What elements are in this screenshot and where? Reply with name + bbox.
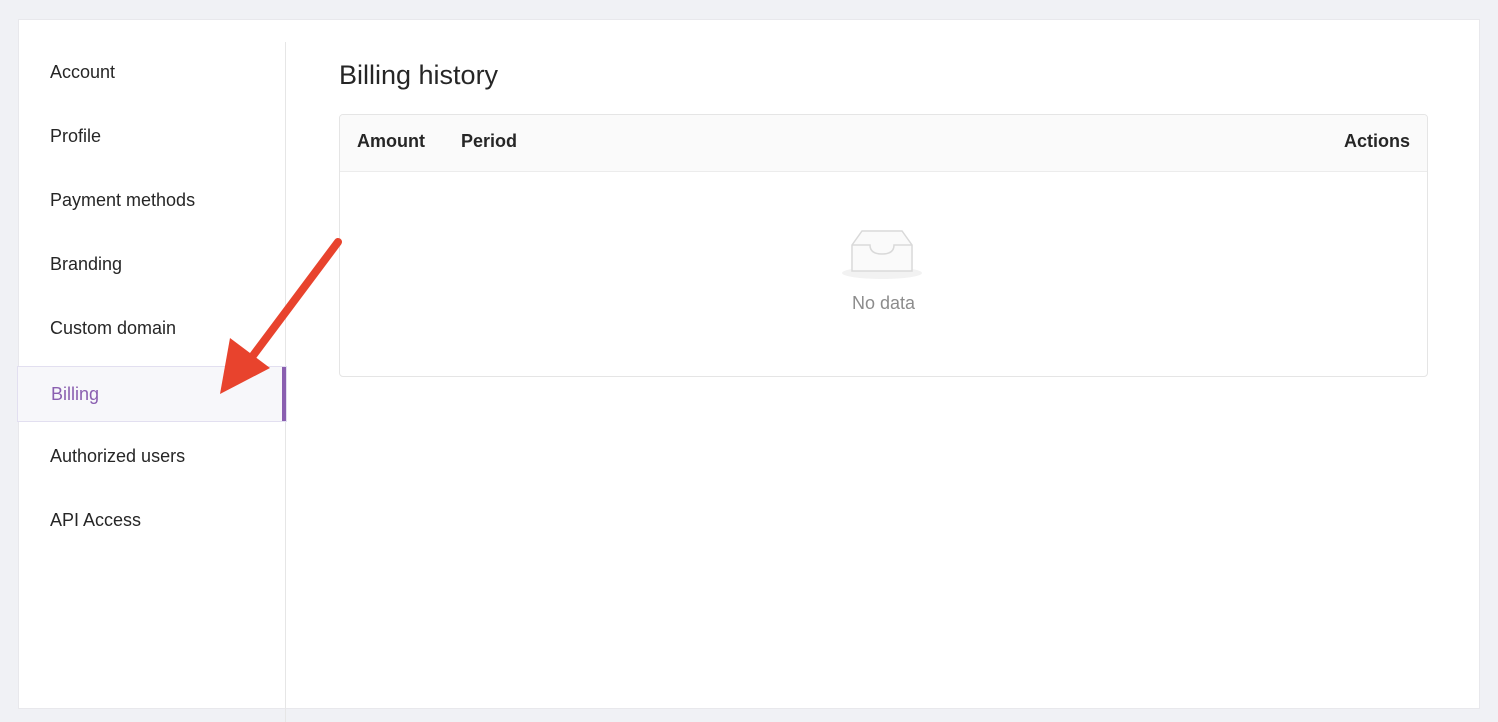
settings-sidebar: Account Profile Payment methods Branding…	[17, 42, 287, 722]
page-title: Billing history	[339, 60, 499, 90]
table-header: Amount Period Actions	[340, 115, 1427, 172]
sidebar-item-custom-domain[interactable]: Custom domain	[19, 300, 285, 356]
sidebar-item-label: Billing	[51, 383, 100, 404]
sidebar-item-label: Account	[50, 61, 116, 82]
sidebar-item-label: Profile	[50, 125, 102, 146]
empty-state-text: No data	[851, 293, 916, 313]
sidebar-item-authorized-users[interactable]: Authorized users	[19, 428, 285, 484]
sidebar-item-billing[interactable]: Billing	[17, 366, 287, 422]
sidebar-item-label: Payment methods	[50, 189, 196, 210]
empty-state: No data	[340, 171, 1427, 376]
column-header-period: Period	[461, 131, 518, 151]
column-header-amount: Amount	[357, 131, 425, 151]
sidebar-item-payment-methods[interactable]: Payment methods	[19, 172, 285, 228]
column-header-actions: Actions	[1343, 131, 1410, 151]
sidebar-item-label: Custom domain	[50, 317, 177, 338]
sidebar-item-label: Authorized users	[50, 445, 186, 466]
inbox-icon	[842, 230, 922, 279]
sidebar-item-label: Branding	[50, 253, 123, 274]
billing-history-table: Amount Period Actions No data	[339, 114, 1428, 377]
sidebar-item-profile[interactable]: Profile	[19, 108, 285, 164]
sidebar-item-account[interactable]: Account	[19, 44, 285, 100]
sidebar-item-branding[interactable]: Branding	[19, 236, 285, 292]
sidebar-item-api-access[interactable]: API Access	[19, 492, 285, 548]
sidebar-item-label: API Access	[50, 509, 142, 530]
settings-card: Account Profile Payment methods Branding…	[17, 19, 1480, 722]
